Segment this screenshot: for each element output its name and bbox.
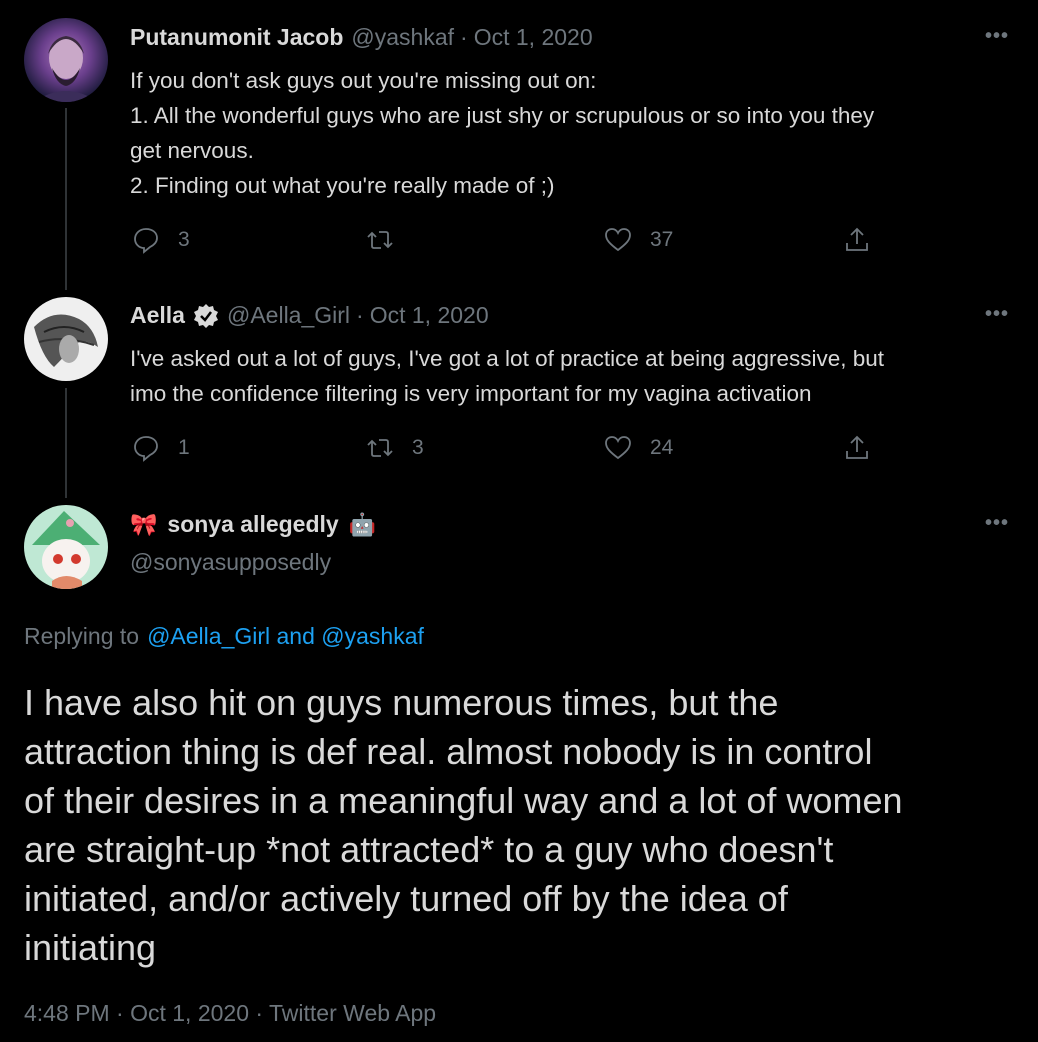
more-options-icon[interactable]: ••• (985, 25, 1009, 48)
tweet-text-line: 1. All the wonderful guys who are just s… (130, 103, 875, 128)
like-button[interactable]: 24 (604, 434, 673, 462)
verified-badge-icon (193, 303, 218, 328)
more-options-icon[interactable]: ••• (985, 303, 1009, 326)
avatar[interactable] (24, 18, 108, 102)
tweet-text-line: imo the confidence filtering is very imp… (130, 381, 812, 406)
reply-count: 1 (178, 436, 190, 459)
robot-emoji: 🤖 (348, 511, 377, 537)
share-button[interactable] (843, 226, 871, 254)
user-handle[interactable]: @yashkaf (351, 24, 454, 51)
reply-button[interactable]: 3 (132, 226, 190, 254)
user-handle[interactable]: @sonyasupposedly (130, 549, 331, 576)
tweet-text-line: are straight-up *not attracted* to a guy… (24, 829, 834, 870)
main-tweet-text: I have also hit on guys numerous times, … (24, 678, 902, 972)
reply-count: 3 (178, 228, 190, 251)
replying-to-link[interactable]: @Aella_Girl and @yashkaf (147, 623, 424, 650)
display-name[interactable]: Aella (130, 302, 185, 329)
avatar-image (34, 36, 98, 102)
tweet-text-line: I have also hit on guys numerous times, … (24, 682, 779, 723)
retweet-button[interactable]: 3 (366, 434, 424, 462)
tweet-date[interactable]: Oct 1, 2020 (370, 302, 489, 329)
avatar[interactable] (24, 297, 108, 381)
avatar-image (34, 314, 98, 367)
display-name[interactable]: sonya allegedly (167, 511, 338, 538)
meta-separator: · (356, 302, 364, 328)
avatar[interactable] (24, 505, 108, 589)
more-options-icon[interactable]: ••• (985, 512, 1009, 535)
avatar-image (32, 511, 100, 589)
user-handle[interactable]: @Aella_Girl (227, 302, 350, 329)
thread-line (65, 388, 67, 498)
retweet-icon (367, 231, 393, 249)
thread-line (65, 108, 67, 290)
tweet-text: I've asked out a lot of guys, I've got a… (130, 341, 884, 411)
tweet-text-line: of their desires in a meaningful way and… (24, 780, 903, 821)
display-name[interactable]: Putanumonit Jacob (130, 24, 343, 51)
tweet-text-line: I've asked out a lot of guys, I've got a… (130, 346, 885, 371)
heart-icon (605, 436, 631, 460)
tweet-text: If you don't ask guys out you're missing… (130, 63, 874, 203)
heart-icon (605, 228, 631, 252)
replying-label: Replying to (24, 623, 140, 649)
retweet-button[interactable] (366, 226, 412, 254)
ribbon-emoji: 🎀 (130, 511, 158, 537)
reply-bubble-icon (134, 228, 158, 254)
reply-button[interactable]: 1 (132, 434, 190, 462)
tweet-text-line: 2. Finding out what you're really made o… (130, 173, 555, 198)
meta-separator: · (460, 24, 468, 50)
tweet-date[interactable]: Oct 1, 2020 (474, 24, 593, 51)
tweet-text-line: attraction thing is def real. almost nob… (24, 731, 873, 772)
like-count: 24 (650, 436, 674, 459)
share-icon (846, 227, 868, 251)
like-button[interactable]: 37 (604, 226, 673, 254)
like-count: 37 (650, 228, 674, 251)
retweet-icon (367, 439, 393, 457)
tweet-timestamp[interactable]: 4:48 PM · Oct 1, 2020 · Twitter Web App (24, 1000, 436, 1027)
tweet-text-line: initiated, and/or actively turned off by… (24, 878, 788, 919)
tweet-text-line: get nervous. (130, 138, 254, 163)
tweet-text-line: initiating (24, 927, 157, 968)
retweet-count: 3 (412, 436, 424, 459)
reply-bubble-icon (134, 436, 158, 462)
tweet-text-line: If you don't ask guys out you're missing… (130, 68, 597, 93)
share-button[interactable] (843, 434, 871, 462)
share-icon (846, 435, 868, 459)
